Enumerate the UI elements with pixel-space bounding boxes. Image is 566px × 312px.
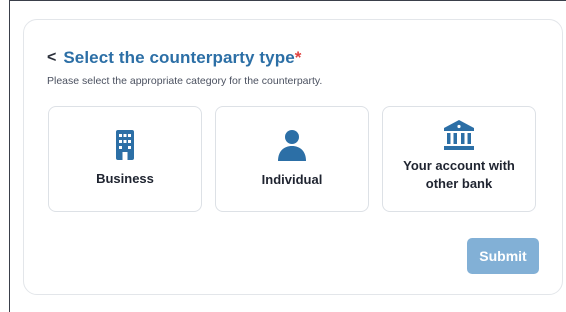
option-label: Individual xyxy=(261,172,323,187)
header: < Select the counterparty type * xyxy=(47,48,301,68)
required-marker: * xyxy=(294,48,302,67)
back-button[interactable]: < xyxy=(47,50,56,66)
option-individual[interactable]: Individual xyxy=(215,106,369,212)
person-icon xyxy=(276,129,308,161)
page-subtitle: Please select the appropriate category f… xyxy=(47,75,323,87)
submit-button[interactable]: Submit xyxy=(467,238,539,274)
bank-icon xyxy=(442,119,476,151)
option-label: Business xyxy=(96,171,154,186)
building-icon xyxy=(115,130,135,160)
option-other-bank-account[interactable]: Your account with other bank xyxy=(382,106,536,212)
page-title: Select the counterparty type xyxy=(63,48,295,67)
option-business[interactable]: Business xyxy=(48,106,202,212)
option-label: Your account with other bank xyxy=(403,158,515,191)
